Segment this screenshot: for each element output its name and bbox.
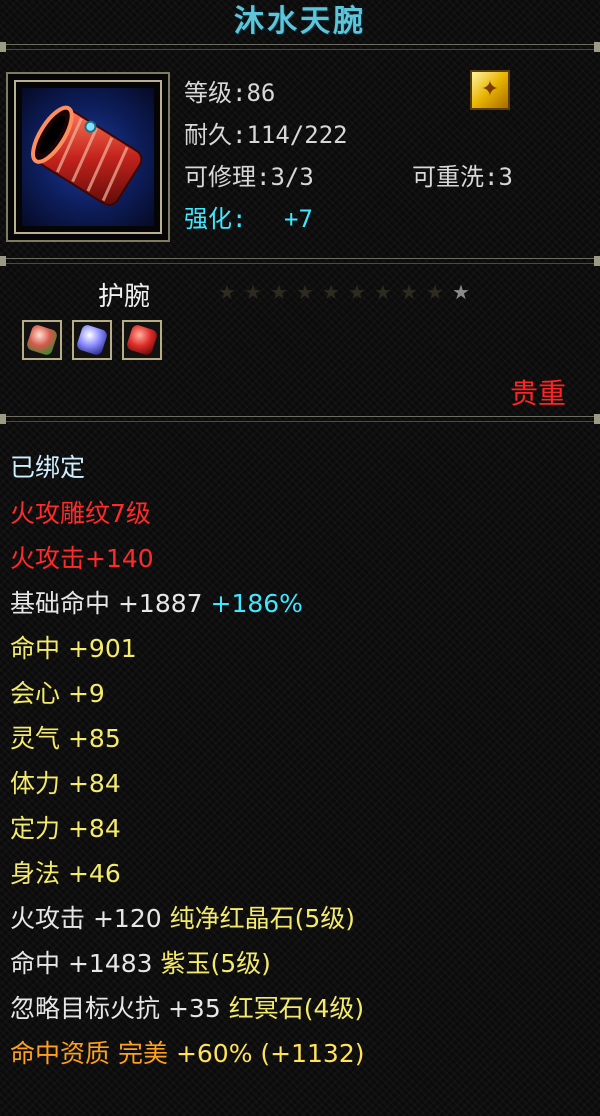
enhance-value: +7 xyxy=(284,205,313,233)
attr-value: +84 xyxy=(67,814,121,843)
star-icon: ★ xyxy=(348,280,366,304)
quality-percent: +60% xyxy=(175,1039,253,1068)
star-rating: ★ ★ ★ ★ ★ ★ ★ ★ ★ ★ xyxy=(214,280,474,308)
star-icon: ★ xyxy=(374,280,392,304)
attr-label: 身法 xyxy=(10,859,61,888)
gem-name: 红冥石(4级) xyxy=(228,994,365,1023)
attr-value: +85 xyxy=(67,724,121,753)
star-icon: ★ xyxy=(244,280,262,304)
spirit-line: 灵气 +85 xyxy=(10,723,121,755)
attr-label: 命中 xyxy=(10,949,61,978)
fire-attack-line: 火攻击+140 xyxy=(10,544,154,573)
star-icon: ★ xyxy=(426,280,444,304)
quality-label: 命中资质 xyxy=(10,1039,111,1068)
attr-value: +35 xyxy=(167,994,221,1023)
attr-label: 基础命中 xyxy=(10,589,111,618)
durability-stat: 耐久:114/222 xyxy=(184,121,348,149)
gem-name: 紫玉(5级) xyxy=(160,949,271,978)
gem-slot-1[interactable] xyxy=(22,320,62,360)
header-divider xyxy=(0,256,600,266)
focus-line: 定力 +84 xyxy=(10,813,121,845)
bound-status: 已绑定 xyxy=(10,453,86,482)
rarity-label: 贵重 xyxy=(509,377,566,410)
bracer-icon xyxy=(22,88,154,226)
gem-name: 纯净红晶石(5级) xyxy=(169,904,356,933)
engrave-line: 火攻雕纹7级 xyxy=(10,499,151,528)
item-name: 沐水天腕 xyxy=(234,4,366,39)
gem-slot-3[interactable] xyxy=(122,320,162,360)
attr-value: +1483 xyxy=(67,949,153,978)
agility-line: 身法 +46 xyxy=(10,858,121,890)
green-gem-icon xyxy=(25,323,59,357)
sparkle-badge-icon[interactable]: ✦ xyxy=(470,70,510,110)
attr-label: 命中 xyxy=(10,634,61,663)
purple-gem-icon xyxy=(75,323,109,357)
gem-bonus-line-2: 命中 +1483 紫玉(5级) xyxy=(10,948,271,980)
attr-value: +120 xyxy=(92,904,162,933)
crit-line: 会心 +9 xyxy=(10,678,105,710)
body-divider xyxy=(0,414,600,424)
red-gem-icon xyxy=(125,323,159,357)
hit-line: 命中 +901 xyxy=(10,633,137,665)
attr-label: 定力 xyxy=(10,814,61,843)
item-icon-frame[interactable] xyxy=(6,72,170,242)
star-icon: ★ xyxy=(452,280,470,304)
star-icon: ★ xyxy=(322,280,340,304)
item-type: 护腕 xyxy=(98,282,151,312)
star-icon: ★ xyxy=(296,280,314,304)
star-icon: ★ xyxy=(218,280,236,304)
base-hit-line: 基础命中 +1887 +186% xyxy=(10,588,303,620)
gem-bonus-line-1: 火攻击 +120 纯净红晶石(5级) xyxy=(10,903,355,935)
quality-line: 命中资质 完美 +60% (+1132) xyxy=(10,1038,364,1070)
enhance-label: 强化: xyxy=(184,205,247,233)
attr-value: +901 xyxy=(67,634,137,663)
attr-value: +9 xyxy=(67,679,105,708)
gem-bonus-line-3: 忽略目标火抗 +35 红冥石(4级) xyxy=(10,993,364,1025)
attr-value: +84 xyxy=(67,769,121,798)
attr-label: 灵气 xyxy=(10,724,61,753)
attr-label: 会心 xyxy=(10,679,61,708)
title-divider xyxy=(0,42,600,52)
gem-slot-2[interactable] xyxy=(72,320,112,360)
quality-bonus: (+1132) xyxy=(260,1039,365,1068)
repairable-stat: 可修理:3/3 xyxy=(184,163,314,191)
attr-label: 忽略目标火抗 xyxy=(10,994,161,1023)
level-stat: 等级:86 xyxy=(184,79,276,107)
stamina-line: 体力 +84 xyxy=(10,768,121,800)
attr-label: 体力 xyxy=(10,769,61,798)
star-icon: ★ xyxy=(400,280,418,304)
attr-value: +46 xyxy=(67,859,121,888)
attr-value: +1887 xyxy=(117,589,203,618)
attr-bonus: +186% xyxy=(210,589,303,618)
star-icon: ★ xyxy=(270,280,288,304)
attr-label: 火攻击 xyxy=(10,904,86,933)
rewash-stat: 可重洗:3 xyxy=(412,163,513,191)
quality-grade: 完美 xyxy=(117,1039,168,1068)
